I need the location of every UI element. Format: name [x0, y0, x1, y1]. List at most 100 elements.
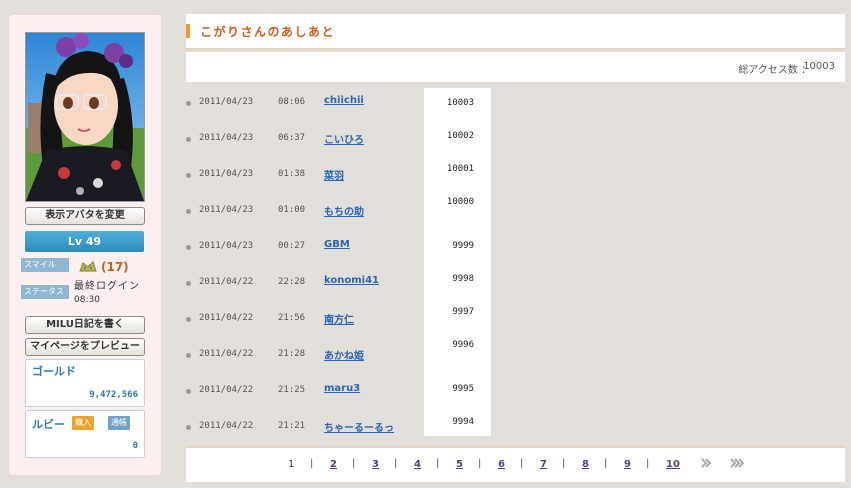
- visitor-link[interactable]: もちの助: [324, 203, 364, 218]
- visit-count: 10001: [446, 164, 474, 174]
- next-page-icon[interactable]: [700, 457, 712, 472]
- page-link-3[interactable]: 3: [372, 459, 379, 470]
- visitor-link[interactable]: chiichii: [324, 95, 364, 106]
- ruby-label: ルビー: [32, 418, 65, 431]
- visit-count: 10000: [446, 197, 474, 207]
- bullet-icon: [186, 137, 191, 142]
- last-login-time: 08:30: [74, 295, 100, 305]
- list-item: 2011/04/23 08:06 chiichii: [186, 94, 426, 114]
- visit-count: 9994: [452, 417, 474, 427]
- visit-date: 2011/04/22: [199, 277, 254, 287]
- visit-date: 2011/04/23: [199, 169, 254, 179]
- bullet-icon: [186, 245, 191, 250]
- visit-count: 10003: [446, 98, 474, 108]
- title-accent: [186, 24, 190, 38]
- gold-box: ゴールド 9,472,566: [25, 359, 145, 407]
- visit-time: 08:06: [278, 97, 306, 107]
- visit-time: 21:21: [278, 421, 306, 431]
- visit-time: 21:25: [278, 385, 306, 395]
- visitor-link[interactable]: konomi41: [324, 275, 379, 286]
- page-separator: |: [310, 458, 314, 469]
- visit-time: 06:37: [278, 133, 306, 143]
- smile-count: (17): [101, 260, 129, 274]
- gold-value: 9,472,566: [89, 390, 138, 400]
- avatar[interactable]: [25, 32, 145, 202]
- visit-time: 21:28: [278, 349, 306, 359]
- visit-count: 9995: [452, 384, 474, 394]
- visitor-link[interactable]: maru3: [324, 383, 360, 394]
- write-diary-button[interactable]: MILU日記を書く: [25, 316, 145, 334]
- visitor-link[interactable]: ちゃーるーるっ: [324, 419, 394, 434]
- avatar-image: [26, 33, 144, 201]
- ruby-buy-button[interactable]: 購入: [72, 416, 94, 430]
- visit-date: 2011/04/22: [199, 349, 254, 359]
- visit-count: 9999: [452, 241, 474, 251]
- bullet-icon: [186, 101, 191, 106]
- page-link-4[interactable]: 4: [414, 459, 421, 470]
- visit-date: 2011/04/22: [199, 313, 254, 323]
- ruby-box: ルビー 購入 通帳 0: [25, 410, 145, 458]
- profile-panel: 表示アバタを変更 Lv 49 スマイル (17) ステータス 最終ログイン 08…: [8, 14, 162, 476]
- visit-time: 21:56: [278, 313, 306, 323]
- status-label: ステータス: [21, 285, 69, 299]
- preview-mypage-button[interactable]: マイページをプレビュー: [25, 338, 145, 356]
- bullet-icon: [186, 281, 191, 286]
- list-item: 2011/04/23 06:37 こいひろ: [186, 130, 426, 150]
- list-item: 2011/04/22 21:25 maru3: [186, 382, 426, 402]
- visitor-link[interactable]: こいひろ: [324, 131, 364, 146]
- access-count: 10003: [803, 61, 835, 72]
- visit-date: 2011/04/22: [199, 385, 254, 395]
- visit-time: 22:28: [278, 277, 306, 287]
- visit-date: 2011/04/23: [199, 133, 254, 143]
- visit-date: 2011/04/23: [199, 97, 254, 107]
- list-item: 2011/04/23 00:27 GBM: [186, 238, 426, 258]
- visit-date: 2011/04/23: [199, 241, 254, 251]
- visit-count: 9996: [452, 340, 474, 350]
- pagination: 1 | 2 | 3 | 4 | 5 | 6 | 7 | 8 | 9 | 10: [186, 446, 845, 482]
- page-title: こがりさんのあしあと: [200, 25, 336, 39]
- last-login-label: 最終ログイン: [74, 281, 140, 292]
- bullet-icon: [186, 317, 191, 322]
- page-link-9[interactable]: 9: [624, 459, 631, 470]
- page-link-5[interactable]: 5: [456, 459, 463, 470]
- page-separator: |: [604, 458, 608, 469]
- smile-label: スマイル: [21, 258, 69, 272]
- page-separator: |: [562, 458, 566, 469]
- visit-count: 10002: [446, 131, 474, 141]
- list-item: 2011/04/22 21:28 あかね姫: [186, 346, 426, 366]
- visit-count: 9998: [452, 274, 474, 284]
- smile-icon: [79, 258, 97, 272]
- page-current: 1: [288, 459, 295, 470]
- change-avatar-button[interactable]: 表示アバタを変更: [25, 207, 145, 225]
- visit-time: 00:27: [278, 241, 306, 251]
- page-separator: |: [352, 458, 356, 469]
- list-item: 2011/04/22 21:21 ちゃーるーるっ: [186, 418, 426, 438]
- visit-time: 01:38: [278, 169, 306, 179]
- visitor-link[interactable]: 南方仁: [324, 311, 354, 326]
- list-item: 2011/04/22 22:28 konomi41: [186, 274, 426, 294]
- visit-count: 9997: [452, 307, 474, 317]
- page-separator: |: [394, 458, 398, 469]
- page-link-8[interactable]: 8: [582, 459, 589, 470]
- access-bar: 総アクセス数 ： 10003: [186, 52, 845, 82]
- last-page-icon[interactable]: [730, 457, 745, 472]
- page-separator: |: [478, 458, 482, 469]
- visit-date: 2011/04/22: [199, 421, 254, 431]
- bullet-icon: [186, 425, 191, 430]
- level-badge: Lv 49: [25, 231, 144, 252]
- bullet-icon: [186, 173, 191, 178]
- ruby-history-button[interactable]: 通帳: [108, 416, 130, 430]
- access-count-label: 総アクセス数 ：: [738, 65, 811, 76]
- list-item: 2011/04/23 01:00 もちの助: [186, 202, 426, 222]
- visitor-link[interactable]: 菜羽: [324, 167, 344, 182]
- page-link-2[interactable]: 2: [330, 459, 337, 470]
- bullet-icon: [186, 209, 191, 214]
- ruby-value: 0: [132, 441, 138, 451]
- bullet-icon: [186, 353, 191, 358]
- page-link-10[interactable]: 10: [666, 459, 680, 470]
- visitor-link[interactable]: GBM: [324, 239, 350, 250]
- page-link-7[interactable]: 7: [540, 459, 547, 470]
- page-link-6[interactable]: 6: [498, 459, 505, 470]
- visit-time: 01:00: [278, 205, 306, 215]
- visitor-link[interactable]: あかね姫: [324, 347, 364, 362]
